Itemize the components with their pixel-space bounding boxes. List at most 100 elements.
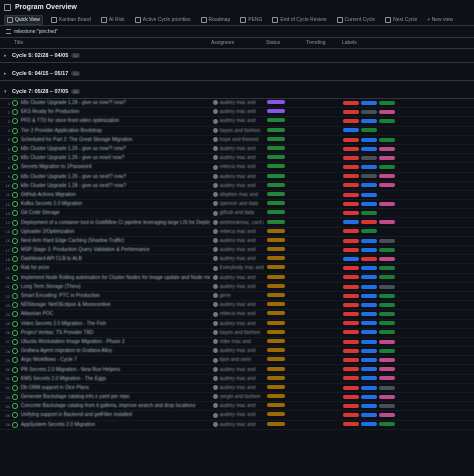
- assignee-cell[interactable]: audrey mac and: [210, 100, 265, 106]
- row-title[interactable]: Secrets Migration to 1Password: [21, 164, 210, 170]
- filter-input[interactable]: milestone:"pinched": [14, 29, 58, 35]
- row-title[interactable]: Concrete Backstage catalog from it galle…: [21, 403, 210, 409]
- column-header-assignees[interactable]: Assignees: [208, 40, 263, 46]
- assignee-cell[interactable]: audrey mac and: [210, 256, 265, 262]
- labels-cell[interactable]: [340, 174, 474, 180]
- assignee-cell[interactable]: hayes and fashion: [210, 128, 265, 134]
- assignee-cell[interactable]: audrey mac and: [210, 183, 265, 189]
- labels-cell[interactable]: [340, 192, 474, 198]
- labels-cell[interactable]: [340, 247, 474, 253]
- table-row[interactable]: 8 Secrets Migration to 1Password rebeca ma…: [0, 163, 474, 173]
- table-row[interactable]: 2 EKS Ready for Production audrey mac and: [0, 108, 474, 118]
- chevron-icon[interactable]: ▸: [4, 71, 9, 77]
- row-title[interactable]: PFD & TTD for store front video optimiza…: [21, 118, 210, 124]
- tab-2[interactable]: AI Risk: [99, 16, 127, 24]
- assignee-cell[interactable]: audrey mac and: [210, 385, 265, 391]
- row-title[interactable]: AppSystem Secrets 2.0 Migration: [21, 422, 210, 428]
- row-title[interactable]: PR Secrets 2.0 Migration - New Run Helpe…: [21, 367, 210, 373]
- row-title[interactable]: Atlassian POC: [21, 311, 210, 317]
- labels-cell[interactable]: [340, 146, 474, 152]
- assignee-cell[interactable]: audrey mac and: [210, 302, 265, 308]
- status-cell[interactable]: [264, 348, 304, 354]
- status-cell[interactable]: [264, 366, 304, 373]
- tab-8[interactable]: Next Cycle: [383, 16, 419, 24]
- table-row[interactable]: 15 Uploader 2/Optimization rebeca mac and: [0, 228, 474, 237]
- labels-cell[interactable]: [340, 155, 474, 161]
- status-cell[interactable]: [264, 136, 304, 143]
- labels-cell[interactable]: [340, 256, 474, 262]
- table-row[interactable]: 32 Db ORM support in Dice Plans audrey mac…: [0, 384, 474, 393]
- labels-cell[interactable]: [340, 128, 474, 134]
- status-cell[interactable]: [264, 283, 304, 290]
- table-row[interactable]: 3 PFD & TTD for store front video optimiz…: [0, 117, 474, 127]
- table-row[interactable]: 23 NDStorage: NetOEclipse & Mooncentive au…: [0, 301, 474, 311]
- table-row[interactable]: 36 AppSystem Secrets 2.0 Migration audrey …: [0, 421, 474, 430]
- table-row[interactable]: 22 Smart Encoding: PTC in Production gene: [0, 292, 474, 302]
- row-title[interactable]: Implement Node Rolling automation for Cl…: [21, 275, 210, 281]
- status-cell[interactable]: [264, 375, 304, 382]
- assignee-cell[interactable]: audrey mac and: [210, 238, 265, 244]
- chevron-icon[interactable]: ▸: [4, 53, 9, 59]
- tab-4[interactable]: Roadmap: [199, 16, 233, 24]
- status-cell[interactable]: [264, 320, 304, 327]
- status-cell[interactable]: [264, 403, 304, 409]
- assignee-cell[interactable]: audrey mac and: [210, 109, 265, 115]
- row-title[interactable]: EKS Ready for Production: [21, 109, 210, 115]
- labels-cell[interactable]: [340, 164, 474, 170]
- group-header[interactable]: ▾ Cycle 7: 05/28 – 07/05 46: [0, 85, 474, 99]
- status-cell[interactable]: [264, 182, 304, 189]
- status-cell[interactable]: [264, 265, 304, 271]
- status-cell[interactable]: [264, 394, 304, 400]
- assignee-cell[interactable]: rebeca mac and: [210, 164, 265, 170]
- labels-cell[interactable]: [340, 118, 474, 124]
- assignee-cell[interactable]: audrey mac and: [210, 155, 265, 161]
- table-row[interactable]: 9 k8s Cluster Upgrade 1.26 - give us next…: [0, 173, 474, 182]
- row-title[interactable]: Uploader 2/Optimization: [21, 229, 210, 235]
- tab-6[interactable]: End of Cycle Review: [270, 16, 328, 24]
- table-row[interactable]: 20 Implement Node Rolling automation for …: [0, 274, 474, 283]
- assignee-cell[interactable]: audrey mac and: [210, 348, 265, 354]
- status-cell[interactable]: [264, 311, 304, 317]
- row-title[interactable]: GitHub Actions Migration: [21, 192, 210, 198]
- status-cell[interactable]: [264, 384, 304, 391]
- row-title[interactable]: Tier 2 Provider Application Bootstrap: [21, 128, 210, 134]
- chevron-icon[interactable]: ▾: [4, 89, 9, 95]
- table-row[interactable]: 27 Ubuntu Workstation Image Migration - P…: [0, 338, 474, 348]
- assignee-cell[interactable]: github and data: [210, 210, 265, 216]
- assignee-cell[interactable]: gene: [210, 293, 265, 299]
- labels-cell[interactable]: [340, 229, 474, 235]
- table-row[interactable]: 17 MSP Stage 3: Production Query Validati…: [0, 246, 474, 256]
- assignee-cell[interactable]: audrey mac and: [210, 376, 265, 382]
- assignee-cell[interactable]: spencer and data: [210, 201, 265, 207]
- assignee-cell[interactable]: audrey mac and: [210, 403, 265, 409]
- assignee-cell[interactable]: stephen mac and: [210, 192, 265, 198]
- row-title[interactable]: KMS Secrets 2.0 Migration - The Eggs: [21, 376, 210, 382]
- assignee-cell[interactable]: audrey mac and: [210, 247, 265, 253]
- labels-cell[interactable]: [340, 293, 474, 299]
- assignee-cell[interactable]: rebeca mac and: [210, 311, 265, 317]
- status-cell[interactable]: [264, 127, 304, 134]
- labels-cell[interactable]: [340, 348, 474, 354]
- tab-1[interactable]: Kanban Board: [49, 16, 93, 24]
- tab-0[interactable]: Quick View: [4, 14, 43, 25]
- assignee-cell[interactable]: mike mac and: [210, 339, 265, 345]
- row-title[interactable]: Generate Backstage catalog-info.x yaml p…: [21, 394, 210, 400]
- column-header-trending[interactable]: Trending: [303, 40, 339, 46]
- table-row[interactable]: 16 Next Arm Hard Edge Caching (Shadow Tra…: [0, 237, 474, 246]
- assignee-cell[interactable]: bpm and semi: [210, 357, 265, 363]
- status-cell[interactable]: [264, 256, 304, 262]
- table-row[interactable]: 21 Long Term Storage (Thino) audrey mac an…: [0, 283, 474, 292]
- row-title[interactable]: Rak for prize: [21, 265, 210, 271]
- row-title[interactable]: Kafka Secrets 2.0 Migration: [21, 201, 210, 207]
- assignee-cell[interactable]: hope and themed: [210, 137, 265, 143]
- labels-cell[interactable]: [340, 284, 474, 290]
- labels-cell[interactable]: [340, 385, 474, 391]
- labels-cell[interactable]: [340, 321, 474, 327]
- table-row[interactable]: 1 k8s Cluster Upgrade 1.28 - give us now?…: [0, 99, 474, 109]
- row-title[interactable]: k8s Cluster Upgrade 1.28 - give us next!…: [21, 183, 210, 189]
- assignee-cell[interactable]: audrey mac and: [210, 146, 265, 152]
- group-header[interactable]: ▸ Cycle 6: 04/15 – 05/17 13: [0, 67, 474, 81]
- status-cell[interactable]: [264, 293, 304, 299]
- row-title[interactable]: NDStorage: NetOEclipse & Mooncentive: [21, 302, 210, 308]
- labels-cell[interactable]: [340, 412, 474, 418]
